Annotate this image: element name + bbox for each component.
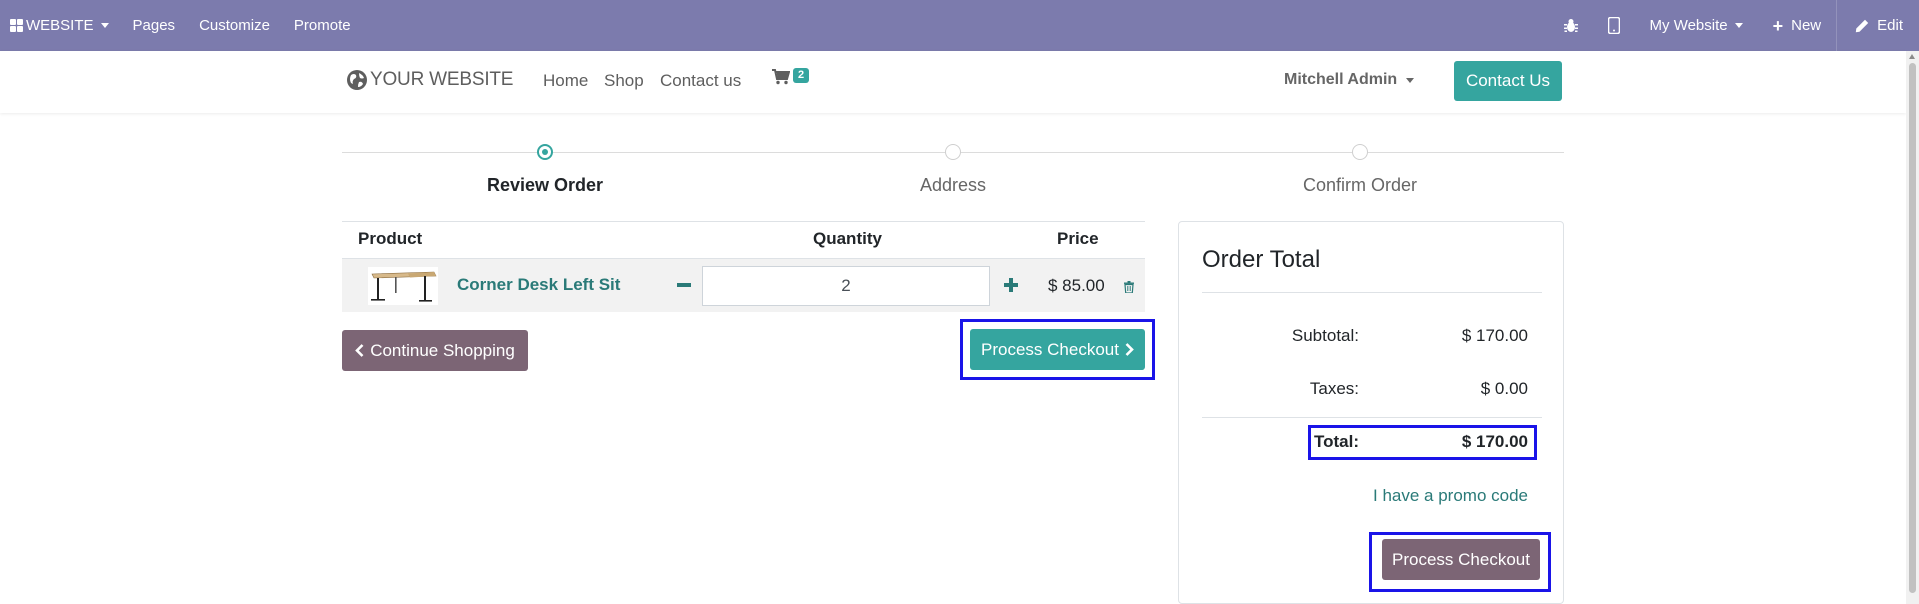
- subtotal-label: Subtotal:: [1291, 326, 1359, 345]
- mobile-icon: [1607, 17, 1620, 34]
- wizard-step-confirm-order: Confirm Order: [1302, 175, 1418, 195]
- menu-customize[interactable]: Customize: [187, 0, 282, 51]
- trash-icon: [1124, 281, 1134, 294]
- taxes-label: Taxes:: [1309, 379, 1359, 398]
- product-image[interactable]: [368, 267, 438, 305]
- debug-button[interactable]: [1549, 0, 1593, 51]
- subtotal-value: $ 170.00: [1461, 326, 1528, 345]
- chevron-right-icon: [1125, 343, 1134, 356]
- quantity-input[interactable]: [702, 266, 990, 306]
- apps-menu-toggle[interactable]: WEBSITE: [0, 0, 121, 51]
- new-content-button[interactable]: + New: [1758, 0, 1837, 51]
- admin-bar-right: My Website + New Edit: [1549, 0, 1919, 51]
- site-header: YOUR WEBSITE Home Shop Contact us 2 Mitc…: [0, 51, 1906, 113]
- contact-us-button[interactable]: Contact Us: [1454, 61, 1562, 101]
- admin-bar: WEBSITE Pages Customize Promote My Websi…: [0, 0, 1919, 51]
- scrollbar-thumb[interactable]: [1909, 63, 1916, 593]
- website-switcher-label: My Website: [1649, 17, 1728, 34]
- site-logo-text: YOUR WEBSITE: [370, 69, 514, 90]
- column-header-quantity: Quantity: [813, 229, 882, 248]
- user-name: Mitchell Admin: [1284, 71, 1398, 88]
- user-menu[interactable]: Mitchell Admin: [1284, 71, 1415, 89]
- wizard-step-address: Address: [919, 175, 987, 195]
- remove-line-button[interactable]: [1124, 280, 1134, 298]
- increase-quantity-button[interactable]: [1002, 272, 1022, 298]
- apps-grid-icon: [10, 19, 23, 32]
- admin-bar-left: WEBSITE Pages Customize Promote: [0, 0, 363, 51]
- apps-menu-label: WEBSITE: [26, 17, 94, 34]
- shopping-cart-icon: [772, 69, 791, 85]
- edit-button[interactable]: Edit: [1836, 0, 1919, 51]
- process-checkout-button[interactable]: Process Checkout: [970, 329, 1145, 370]
- total-value: $ 170.00: [1461, 432, 1528, 451]
- bug-icon: [1563, 19, 1578, 32]
- line-price: $ 85.00: [1048, 276, 1105, 295]
- caret-down-icon: [1406, 77, 1415, 83]
- order-total-card: Order Total Subtotal: $ 170.00 Taxes: $ …: [1178, 221, 1564, 604]
- process-checkout-card-button[interactable]: Process Checkout: [1382, 539, 1540, 580]
- wizard-step-review-dot: [537, 144, 553, 160]
- nav-contact-us[interactable]: Contact us: [660, 71, 741, 91]
- wizard-step-confirm-dot: [1352, 144, 1368, 160]
- caret-down-icon: [1734, 23, 1743, 28]
- chevron-left-icon: [355, 344, 364, 357]
- divider: [1202, 292, 1542, 293]
- menu-promote[interactable]: Promote: [282, 0, 363, 51]
- product-name-link[interactable]: Corner Desk Left Sit: [457, 275, 620, 295]
- mobile-preview-button[interactable]: [1593, 0, 1635, 51]
- decrease-quantity-button[interactable]: [675, 272, 695, 298]
- site-logo[interactable]: YOUR WEBSITE: [346, 69, 513, 91]
- column-header-product: Product: [358, 229, 423, 248]
- pencil-icon: [1855, 19, 1869, 32]
- taxes-value: $ 0.00: [1480, 379, 1528, 398]
- page-scrollbar[interactable]: [1906, 51, 1919, 604]
- new-content-label: New: [1791, 17, 1822, 34]
- website-switcher[interactable]: My Website: [1635, 0, 1758, 51]
- menu-pages[interactable]: Pages: [121, 0, 188, 51]
- promo-code-link[interactable]: I have a promo code: [1373, 486, 1528, 506]
- cart-table-border: [342, 221, 1145, 222]
- nav-home[interactable]: Home: [543, 71, 588, 91]
- continue-shopping-label: Continue Shopping: [370, 340, 515, 360]
- process-checkout-label: Process Checkout: [981, 339, 1119, 359]
- wizard-step-address-dot: [945, 144, 961, 160]
- total-label: Total:: [1313, 432, 1359, 451]
- plus-icon: +: [1772, 15, 1784, 36]
- caret-down-icon: [100, 23, 109, 28]
- wizard-step-review-order: Review Order: [486, 175, 604, 195]
- globe-icon: [347, 70, 367, 90]
- continue-shopping-button[interactable]: Continue Shopping: [342, 330, 528, 371]
- cart-line-row: Corner Desk Left Sit $ 85.00: [342, 258, 1145, 312]
- cart-count-badge: 2: [793, 68, 810, 83]
- edit-label: Edit: [1877, 17, 1903, 34]
- scroll-up-arrow-icon[interactable]: [1909, 54, 1915, 59]
- desk-product-image: [371, 271, 437, 302]
- nav-shop[interactable]: Shop: [604, 71, 644, 91]
- divider: [1202, 417, 1542, 418]
- column-header-price: Price: [1057, 229, 1099, 248]
- cart-link[interactable]: 2: [772, 68, 810, 90]
- order-total-title: Order Total: [1202, 246, 1321, 273]
